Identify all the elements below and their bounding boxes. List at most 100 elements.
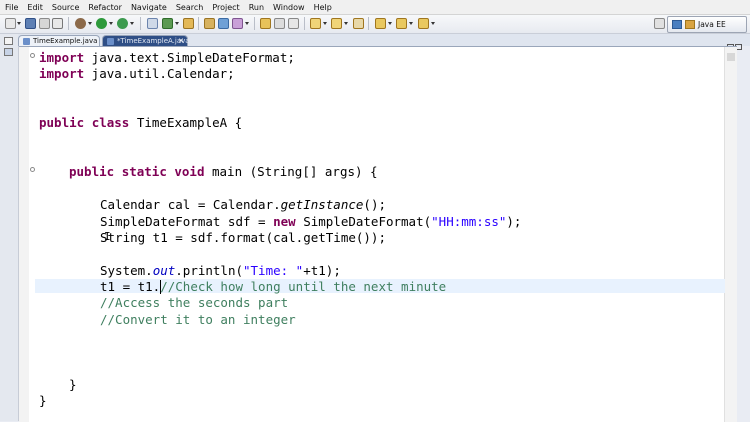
code-text: java.util.Calendar; [84, 66, 235, 81]
new-icon[interactable] [5, 18, 16, 29]
debug-dropdown-icon[interactable] [88, 18, 93, 29]
task-dropdown-icon[interactable] [245, 18, 250, 29]
menu-refactor[interactable]: Refactor [83, 3, 126, 12]
back-icon[interactable] [375, 18, 386, 29]
static-field: out [152, 263, 176, 278]
code-line: import java.text.SimpleDateFormat; [39, 50, 295, 66]
code-text: main (String[] args) { [204, 164, 378, 179]
editor-tab-bar: TimeExample.java *TimeExampleA.java ✕ [18, 34, 750, 50]
search-icon[interactable] [218, 18, 229, 29]
menu-file[interactable]: File [0, 3, 22, 12]
toolbar-separator [198, 17, 199, 30]
tab-timeexample[interactable]: TimeExample.java [18, 35, 100, 46]
show-whitespace-icon[interactable] [274, 18, 285, 29]
keyword: public [39, 115, 85, 130]
forward-icon[interactable] [396, 18, 407, 29]
method-call: getInstance [280, 197, 364, 212]
code-text: java.text.SimpleDateFormat; [84, 50, 295, 65]
code-text: } [39, 393, 47, 408]
perspective-switcher[interactable]: Java EE [667, 16, 747, 33]
code-line: System.out.println("Time: "+t1); [100, 263, 341, 279]
external-tools-icon[interactable] [117, 18, 128, 29]
mouse-ibeam-cursor: I [104, 230, 111, 243]
menu-navigate[interactable]: Navigate [126, 3, 171, 12]
code-text: Calendar cal = Calendar. [100, 197, 281, 212]
menu-run[interactable]: Run [244, 3, 268, 12]
menu-help[interactable]: Help [309, 3, 336, 12]
package-explorer-icon[interactable] [4, 48, 13, 56]
code-line: //Access the seconds part [100, 295, 288, 311]
keyword: new [273, 214, 296, 229]
keyword: import [39, 66, 85, 81]
menu-search[interactable]: Search [171, 3, 207, 12]
scroll-thumb[interactable] [727, 53, 735, 61]
vertical-ruler [19, 47, 29, 422]
print-icon[interactable] [52, 18, 63, 29]
code-line: String t1 = sdf.format(cal.getTime()); [100, 230, 386, 246]
restore-icon[interactable] [4, 37, 13, 45]
new-dropdown-icon[interactable] [17, 18, 22, 29]
open-type-icon[interactable] [183, 18, 194, 29]
menu-window[interactable]: Window [268, 3, 309, 12]
previous-annotation-dropdown-icon[interactable] [344, 18, 349, 29]
new-class-dropdown-icon[interactable] [175, 18, 180, 29]
toolbar-separator [368, 17, 369, 30]
keyword: public [69, 164, 115, 179]
block-selection-icon[interactable] [288, 18, 299, 29]
menu-bar: File Edit Source Refactor Navigate Searc… [0, 0, 750, 15]
keyword: static [121, 164, 167, 179]
code-text: +t1); [303, 263, 341, 278]
menu-project[interactable]: Project [207, 3, 243, 12]
editor-window-controls [726, 35, 746, 50]
comment: //Check how long until the next minute [160, 279, 447, 294]
next-annotation-dropdown-icon[interactable] [323, 18, 328, 29]
tab-timeexamplea[interactable]: *TimeExampleA.java ✕ [102, 35, 190, 46]
external-tools-dropdown-icon[interactable] [130, 18, 135, 29]
debug-icon[interactable] [75, 18, 86, 29]
code-editor[interactable]: import java.text.SimpleDateFormat; impor… [19, 46, 737, 422]
main-toolbar: Java EE [0, 15, 750, 34]
java-ee-icon [685, 20, 695, 29]
string-literal: "Time: " [243, 263, 304, 278]
open-folder-icon[interactable] [204, 18, 215, 29]
string-literal: "HH:mm:ss" [431, 214, 507, 229]
back-history-dropdown-icon[interactable] [431, 18, 436, 29]
code-text: ); [506, 214, 522, 229]
new-java-project-icon[interactable] [147, 18, 158, 29]
save-icon[interactable] [25, 18, 36, 29]
vertical-scrollbar[interactable] [724, 47, 737, 422]
folding-ruler [29, 47, 35, 422]
task-icon[interactable] [232, 18, 243, 29]
save-all-icon[interactable] [39, 18, 50, 29]
code-text: String t1 = sdf.format(cal.getTime()); [100, 230, 386, 245]
code-text: SimpleDateFormat sdf = [100, 214, 274, 229]
run-icon[interactable] [96, 18, 107, 29]
java-file-icon [107, 38, 114, 45]
toggle-mark-icon[interactable] [260, 18, 271, 29]
previous-annotation-icon[interactable] [331, 18, 342, 29]
comment: //Convert it to an integer [100, 312, 296, 327]
run-dropdown-icon[interactable] [109, 18, 114, 29]
next-annotation-icon[interactable] [310, 18, 321, 29]
keyword: void [174, 164, 205, 179]
fold-toggle-icon[interactable] [30, 53, 35, 58]
code-line: } [39, 393, 47, 409]
back-dropdown-icon[interactable] [388, 18, 393, 29]
open-perspective-icon[interactable] [654, 18, 665, 29]
keyword: import [39, 50, 85, 65]
last-edit-icon[interactable] [353, 18, 364, 29]
new-java-class-icon[interactable] [162, 18, 173, 29]
toolbar-separator [140, 17, 141, 30]
code-line: t1 = t1.//Check how long until the next … [100, 279, 446, 295]
code-line: //Convert it to an integer [100, 312, 296, 328]
back-history-icon[interactable] [418, 18, 429, 29]
fold-toggle-icon[interactable] [30, 167, 35, 172]
left-trim-bar [0, 34, 19, 421]
code-line: public static void main (String[] args) … [69, 164, 378, 180]
perspective-label: Java EE [698, 20, 726, 29]
menu-source[interactable]: Source [47, 3, 83, 12]
code-text: System. [100, 263, 153, 278]
menu-edit[interactable]: Edit [22, 3, 47, 12]
forward-dropdown-icon[interactable] [409, 18, 414, 29]
code-line: public class TimeExampleA { [39, 115, 242, 131]
